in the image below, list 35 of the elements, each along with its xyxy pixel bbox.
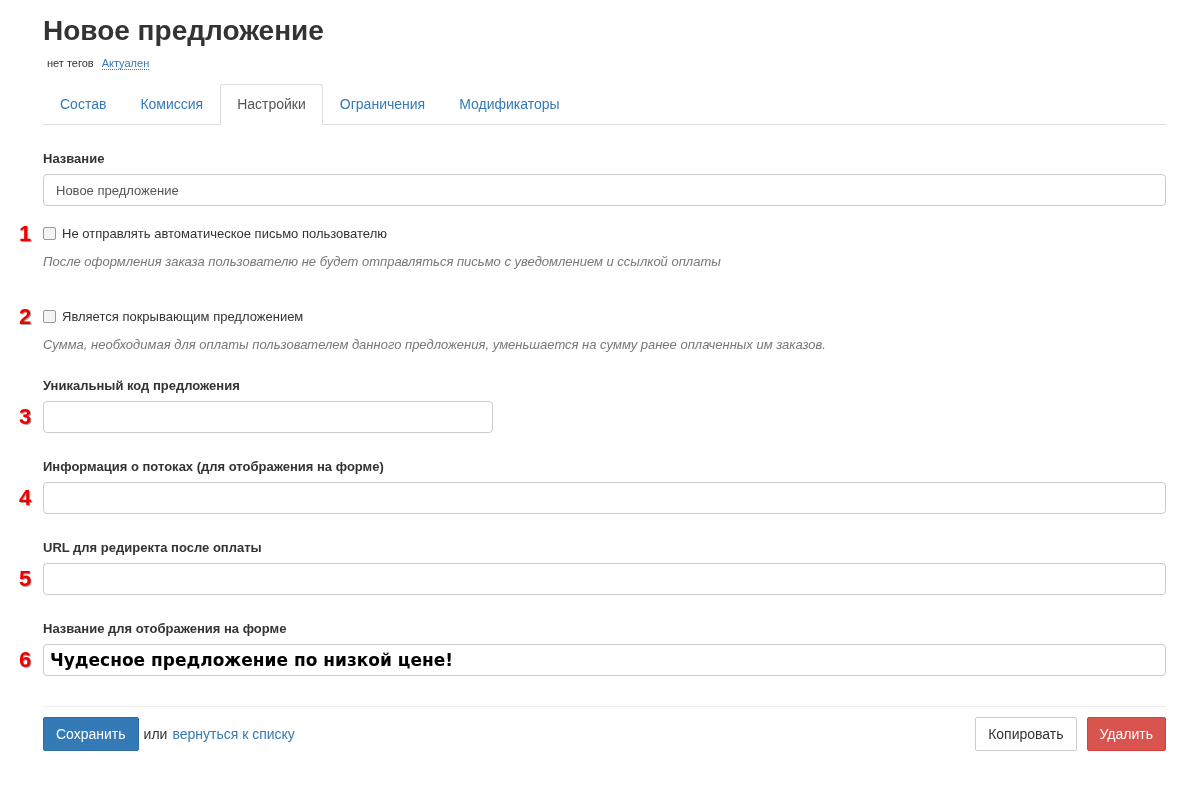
field-label: Название для отображения на форме xyxy=(43,621,288,636)
checkbox-label: Является покрывающим предложением xyxy=(62,309,304,324)
field-label: Информация о потоках (для отображения на форме) xyxy=(43,459,385,474)
help-text: Сумма, необходимая для оплаты пользователем данного предложения, уменьшается на сумму ранее оплаченных им заказов. xyxy=(43,337,827,352)
number-marker: 5 xyxy=(19,566,32,591)
help-text: После оформления заказа пользователю не будет отправляться письмо с уведомлением и ссылкой оплаты xyxy=(43,254,722,269)
checkbox[interactable] xyxy=(43,310,56,323)
field-label: URL для редиректа после оплаты xyxy=(43,540,263,555)
save-button[interactable]: Сохранить xyxy=(43,717,139,751)
number-marker: 2 xyxy=(19,303,32,329)
field-label: Название xyxy=(43,151,106,166)
delete-button[interactable]: Удалить xyxy=(1086,717,1166,751)
input-field[interactable] xyxy=(43,482,1166,514)
input-field[interactable] xyxy=(43,401,493,433)
checkbox[interactable] xyxy=(43,227,56,240)
status-link[interactable]: Актуален xyxy=(101,57,150,70)
tags-label: нет тегов xyxy=(47,57,94,70)
tab[interactable]: Ограничения xyxy=(322,84,443,125)
input-field[interactable]: Чудесное предложение по низкой цене! xyxy=(43,644,1166,676)
tab[interactable]: Модификаторы xyxy=(442,84,577,125)
or-text: или xyxy=(143,726,168,742)
copy-button[interactable]: Копировать xyxy=(975,717,1077,751)
checkbox-label: Не отправлять автоматическое письмо пользователю xyxy=(62,226,387,241)
page-title: Новое предложение xyxy=(43,14,325,48)
tab[interactable]: Настройки xyxy=(220,84,323,125)
number-marker: 4 xyxy=(19,485,32,510)
field-label: Уникальный код предложения xyxy=(43,378,241,393)
tab[interactable]: Состав xyxy=(43,84,124,125)
number-marker: 6 xyxy=(19,647,32,672)
input-field[interactable] xyxy=(43,563,1166,595)
input-field[interactable]: Новое предложение xyxy=(43,174,1166,206)
number-marker: 1 xyxy=(19,220,32,246)
tab[interactable]: Комиссия xyxy=(123,84,221,125)
back-link[interactable]: вернуться к списку xyxy=(172,726,295,742)
number-marker: 3 xyxy=(19,404,32,429)
